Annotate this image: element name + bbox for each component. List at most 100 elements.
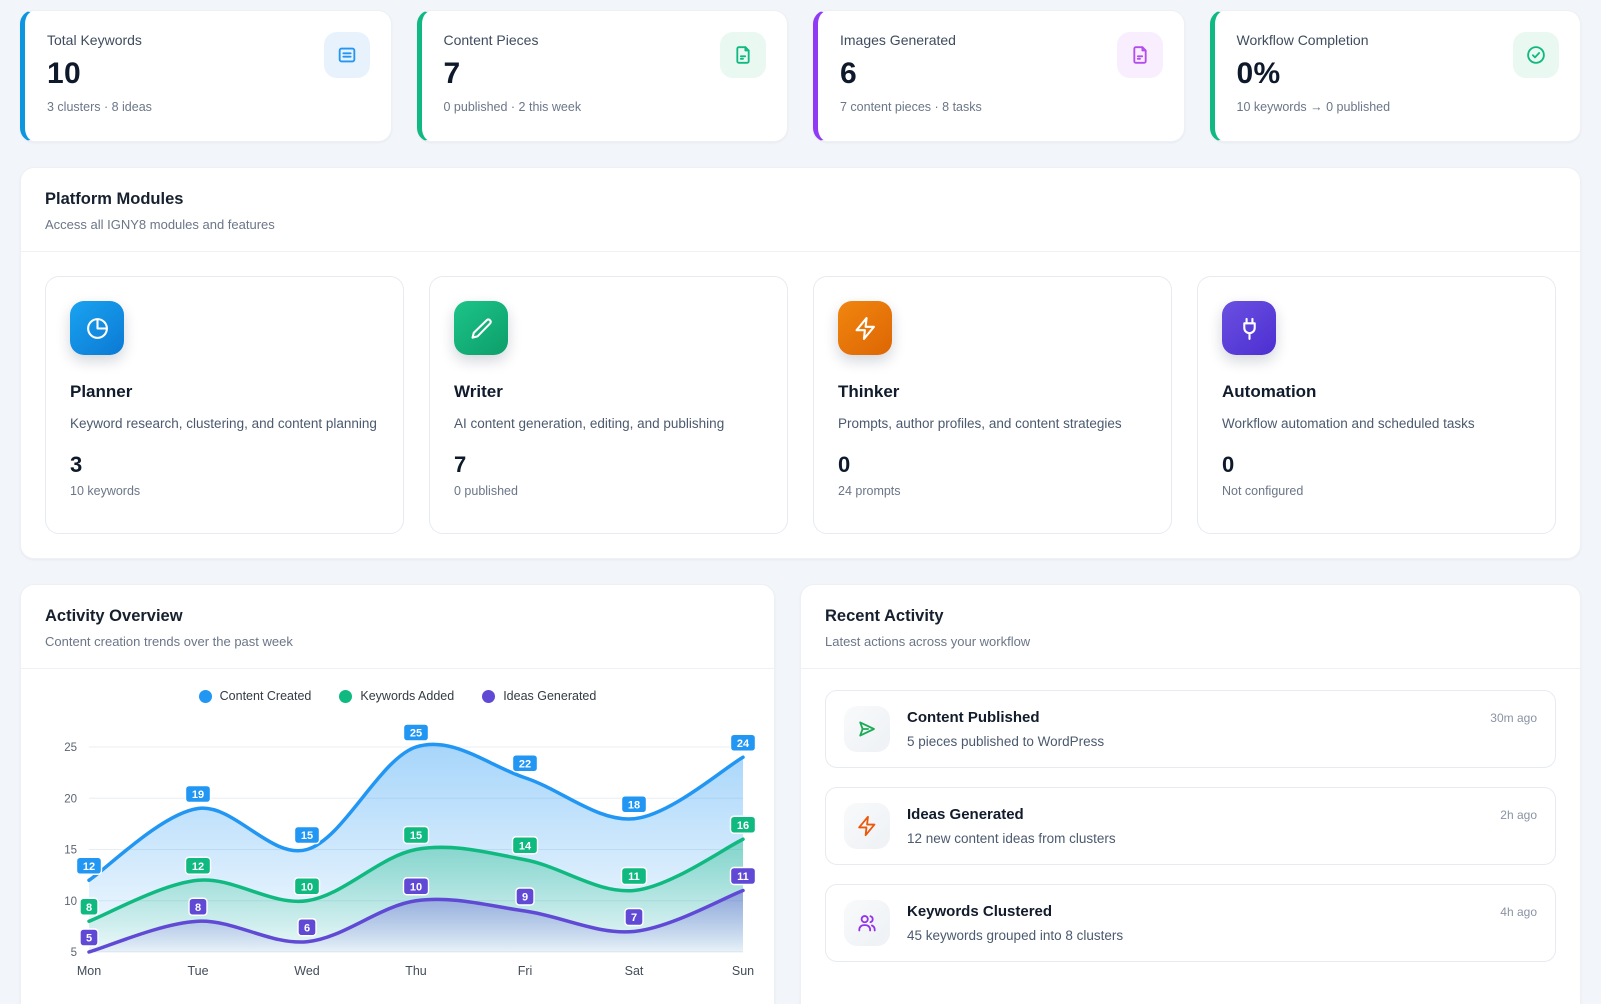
recent-activity-time: 30m ago bbox=[1490, 711, 1537, 725]
platform-modules-panel: Platform Modules Access all IGNY8 module… bbox=[20, 167, 1581, 559]
module-name: Automation bbox=[1222, 382, 1531, 402]
svg-text:15: 15 bbox=[301, 830, 313, 842]
platform-modules-header: Platform Modules Access all IGNY8 module… bbox=[21, 168, 1580, 252]
legend-label: Keywords Added bbox=[360, 689, 454, 703]
module-value: 7 bbox=[454, 452, 763, 478]
svg-text:25: 25 bbox=[64, 742, 77, 754]
dashboard-page: Total Keywords 10 3 clusters · 8 ideas C… bbox=[0, 0, 1601, 1004]
legend-label: Content Created bbox=[220, 689, 312, 703]
module-subtext: 24 prompts bbox=[838, 484, 1147, 498]
svg-text:18: 18 bbox=[628, 799, 640, 811]
module-value: 0 bbox=[838, 452, 1147, 478]
pencil-icon bbox=[454, 301, 508, 355]
svg-text:Tue: Tue bbox=[187, 964, 208, 978]
stat-card: Images Generated 6 7 content pieces · 8 … bbox=[813, 10, 1185, 142]
svg-text:11: 11 bbox=[628, 871, 640, 883]
stat-card: Workflow Completion 0% 10 keywords → 0 p… bbox=[1210, 10, 1582, 142]
stat-value: 7 bbox=[444, 57, 766, 91]
svg-text:10: 10 bbox=[301, 881, 313, 893]
activity-chart: 5101520251219152522182481210151411165861… bbox=[31, 703, 766, 983]
stat-value: 6 bbox=[840, 57, 1162, 91]
recent-activity-description: 12 new content ideas from clusters bbox=[907, 831, 1537, 846]
svg-text:12: 12 bbox=[83, 861, 95, 873]
file-page-icon bbox=[1117, 32, 1163, 78]
recent-activity-title: Content Published bbox=[907, 709, 1040, 726]
stat-subtext: 3 clusters · 8 ideas bbox=[47, 100, 369, 114]
module-name: Planner bbox=[70, 382, 379, 402]
recent-activity-title: Keywords Clustered bbox=[907, 903, 1052, 920]
svg-text:7: 7 bbox=[631, 912, 637, 924]
stat-label: Images Generated bbox=[840, 32, 1162, 48]
svg-text:Mon: Mon bbox=[77, 964, 101, 978]
module-name: Thinker bbox=[838, 382, 1147, 402]
stat-value: 0% bbox=[1237, 57, 1559, 91]
recent-activity-description: 45 keywords grouped into 8 clusters bbox=[907, 928, 1537, 943]
chart-wrap: 5101520251219152522182481210151411165861… bbox=[21, 703, 774, 988]
legend-item: Keywords Added bbox=[339, 689, 454, 703]
legend-dot-icon bbox=[199, 690, 212, 703]
panel-title: Activity Overview bbox=[45, 607, 750, 626]
module-subtext: Not configured bbox=[1222, 484, 1531, 498]
chart-legend: Content Created Keywords Added Ideas Gener… bbox=[21, 689, 774, 703]
svg-text:24: 24 bbox=[737, 738, 750, 750]
legend-dot-icon bbox=[339, 690, 352, 703]
check-circle-icon bbox=[1513, 32, 1559, 78]
module-value: 0 bbox=[1222, 452, 1531, 478]
document-lines-icon bbox=[324, 32, 370, 78]
stat-subtext: 7 content pieces · 8 tasks bbox=[840, 100, 1162, 114]
module-card-automation[interactable]: Automation Workflow automation and sched… bbox=[1197, 276, 1556, 534]
stat-label: Total Keywords bbox=[47, 32, 369, 48]
legend-item: Ideas Generated bbox=[482, 689, 596, 703]
send-icon bbox=[844, 706, 890, 752]
module-description: Prompts, author profiles, and content st… bbox=[838, 414, 1147, 435]
module-card-planner[interactable]: Planner Keyword research, clustering, an… bbox=[45, 276, 404, 534]
panel-title: Platform Modules bbox=[45, 190, 1556, 209]
bottom-row: Activity Overview Content creation trend… bbox=[20, 584, 1581, 1004]
recent-activity-item: Ideas Generated 2h ago 12 new content id… bbox=[825, 787, 1556, 865]
legend-label: Ideas Generated bbox=[503, 689, 596, 703]
activity-overview-panel: Activity Overview Content creation trend… bbox=[20, 584, 775, 1004]
svg-text:Sat: Sat bbox=[625, 964, 644, 978]
module-description: Keyword research, clustering, and conten… bbox=[70, 414, 379, 435]
svg-text:16: 16 bbox=[737, 820, 749, 832]
stat-label: Content Pieces bbox=[444, 32, 766, 48]
modules-grid: Planner Keyword research, clustering, an… bbox=[21, 252, 1580, 558]
panel-subtitle: Content creation trends over the past we… bbox=[45, 634, 750, 649]
activity-overview-header: Activity Overview Content creation trend… bbox=[21, 585, 774, 669]
svg-text:15: 15 bbox=[410, 830, 422, 842]
module-description: AI content generation, editing, and publ… bbox=[454, 414, 763, 435]
svg-text:8: 8 bbox=[195, 902, 201, 914]
panel-title: Recent Activity bbox=[825, 607, 1556, 626]
svg-text:Sun: Sun bbox=[732, 964, 754, 978]
legend-item: Content Created bbox=[199, 689, 312, 703]
panel-subtitle: Latest actions across your workflow bbox=[825, 634, 1556, 649]
svg-text:25: 25 bbox=[410, 728, 422, 740]
svg-text:15: 15 bbox=[64, 845, 77, 857]
stat-value: 10 bbox=[47, 57, 369, 91]
svg-text:9: 9 bbox=[522, 892, 528, 904]
module-card-writer[interactable]: Writer AI content generation, editing, a… bbox=[429, 276, 788, 534]
svg-text:5: 5 bbox=[71, 947, 77, 959]
svg-text:Fri: Fri bbox=[518, 964, 533, 978]
pie-chart-icon bbox=[70, 301, 124, 355]
svg-text:8: 8 bbox=[86, 902, 92, 914]
module-subtext: 0 published bbox=[454, 484, 763, 498]
module-subtext: 10 keywords bbox=[70, 484, 379, 498]
recent-activity-description: 5 pieces published to WordPress bbox=[907, 734, 1537, 749]
zap-icon bbox=[844, 803, 890, 849]
stat-subtext: 0 published · 2 this week bbox=[444, 100, 766, 114]
svg-text:11: 11 bbox=[737, 871, 749, 883]
svg-text:14: 14 bbox=[519, 840, 532, 852]
recent-activity-time: 4h ago bbox=[1500, 905, 1537, 919]
stat-card: Total Keywords 10 3 clusters · 8 ideas bbox=[20, 10, 392, 142]
svg-text:Wed: Wed bbox=[294, 964, 320, 978]
stat-subtext: 10 keywords → 0 published bbox=[1237, 100, 1559, 114]
recent-activity-panel: Recent Activity Latest actions across yo… bbox=[800, 584, 1581, 1004]
module-description: Workflow automation and scheduled tasks bbox=[1222, 414, 1531, 435]
module-name: Writer bbox=[454, 382, 763, 402]
svg-text:5: 5 bbox=[86, 933, 92, 945]
module-card-thinker[interactable]: Thinker Prompts, author profiles, and co… bbox=[813, 276, 1172, 534]
svg-text:19: 19 bbox=[192, 789, 204, 801]
file-page-icon bbox=[720, 32, 766, 78]
plug-icon bbox=[1222, 301, 1276, 355]
